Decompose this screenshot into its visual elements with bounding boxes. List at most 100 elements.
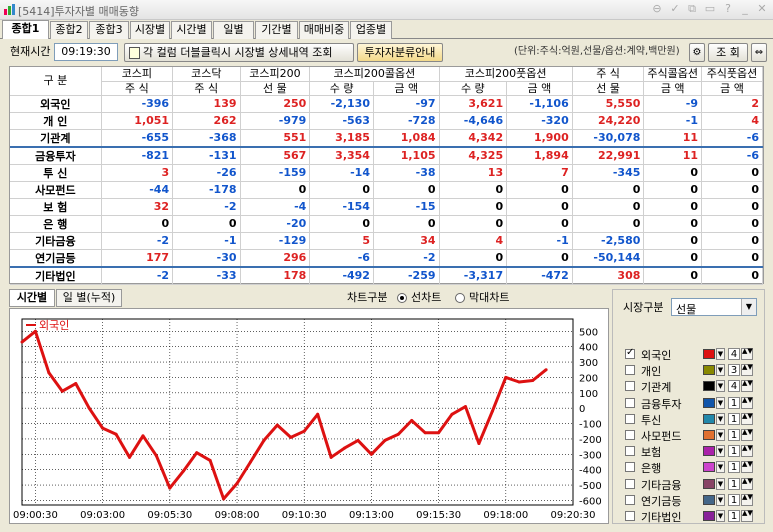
header-kospi[interactable]: 코스피 xyxy=(101,67,174,82)
spinner-icon[interactable]: ▲▼ xyxy=(741,348,753,360)
investor-classify-button[interactable]: 투자자분류안내 xyxy=(357,43,443,62)
series-checkbox[interactable] xyxy=(625,511,635,521)
tab-summary3[interactable]: 종합3 xyxy=(89,21,129,39)
header-kosdaq[interactable]: 코스닥 xyxy=(172,67,241,82)
copy-icon[interactable]: ⧉ xyxy=(685,2,699,16)
link-icon[interactable]: ⊖ xyxy=(650,2,664,16)
chevron-down-icon[interactable]: ▼ xyxy=(716,348,725,360)
settings-gear-icon[interactable]: ⚙ xyxy=(689,43,705,62)
chevron-down-icon[interactable]: ▼ xyxy=(716,461,725,474)
notice-button[interactable]: 각 컬럼 더블클릭시 시장별 상세내역 조회 xyxy=(124,43,354,62)
header-stock-call[interactable]: 주식콜옵션 xyxy=(643,67,702,82)
tab-summary2[interactable]: 종합2 xyxy=(50,21,88,39)
series-checkbox[interactable] xyxy=(625,446,635,457)
spinner-icon[interactable]: ▲▼ xyxy=(741,380,753,393)
chevron-down-icon[interactable]: ▼ xyxy=(716,380,725,393)
table-row[interactable]: 개 인 1,051 262 -979 -563 -728 -4,646 -320 24,220-… xyxy=(10,112,763,130)
series-color-swatch[interactable] xyxy=(703,430,715,440)
tab-by-sector[interactable]: 업종별 xyxy=(350,21,392,39)
chevron-down-icon[interactable]: ▼ xyxy=(716,477,725,490)
radio-line-chart[interactable] xyxy=(397,293,407,303)
table-row[interactable]: 기타금융 -2 -1 -129 5 34 4 -1 -2,580 0 0 xyxy=(10,232,763,250)
series-color-swatch[interactable] xyxy=(703,349,715,359)
header-call-option[interactable]: 코스피200콜옵션 xyxy=(309,67,440,82)
spinner-icon[interactable]: ▲▼ xyxy=(741,445,753,458)
minimize-icon[interactable]: _ xyxy=(738,2,752,16)
tab-trade-ratio[interactable]: 매매비중 xyxy=(299,21,349,39)
header-kospi200[interactable]: 코스피200 xyxy=(240,67,311,82)
chevron-down-icon[interactable]: ▼ xyxy=(716,364,725,377)
query-button[interactable]: 조 회 xyxy=(708,43,748,62)
series-color-swatch[interactable] xyxy=(703,397,715,408)
table-row[interactable]: 보 험 32 -2 -4 -154 -15 0 0 0 0 0 xyxy=(10,198,763,216)
series-width-value[interactable]: 1 xyxy=(728,412,740,425)
series-width-value[interactable]: 3 xyxy=(728,364,740,377)
series-width-value[interactable]: 1 xyxy=(728,461,740,474)
header-put-option[interactable]: 코스피200풋옵션 xyxy=(439,67,573,82)
series-checkbox[interactable] xyxy=(625,462,635,473)
spinner-icon[interactable]: ▲▼ xyxy=(741,412,753,425)
tab-by-period[interactable]: 기간별 xyxy=(255,21,298,39)
help-icon[interactable]: ? xyxy=(721,2,735,16)
table-row[interactable]: 사모펀드 -44 -178 0 0 0 0 0 0 0 0 xyxy=(10,181,763,199)
chevron-down-icon[interactable]: ▼ xyxy=(716,510,725,522)
new-window-icon[interactable]: ▭ xyxy=(703,2,717,16)
series-color-swatch[interactable] xyxy=(703,478,715,489)
chevron-down-icon[interactable]: ▼ xyxy=(716,445,725,458)
tab-by-market[interactable]: 시장별 xyxy=(130,21,170,39)
table-row[interactable]: 외국인 -396 139 250 -2,130 -97 3,621 -1,106 5,550 -9… xyxy=(10,95,763,113)
chevron-down-icon[interactable]: ▼ xyxy=(716,412,725,425)
chevron-down-icon[interactable]: ▼ xyxy=(716,429,725,441)
chevron-down-icon[interactable]: ▼ xyxy=(716,396,725,409)
series-width-value[interactable]: 1 xyxy=(728,510,740,522)
spinner-icon[interactable]: ▲▼ xyxy=(741,429,753,441)
series-checkbox[interactable] xyxy=(625,478,635,489)
series-color-swatch[interactable] xyxy=(703,413,715,424)
chevron-down-icon[interactable]: ▼ xyxy=(716,493,725,506)
header-stock[interactable]: 주 식 xyxy=(572,67,645,82)
series-color-swatch[interactable] xyxy=(703,446,715,457)
current-time-field[interactable]: 09:19:30 xyxy=(54,43,118,61)
tab-summary1[interactable]: 종합1 xyxy=(2,20,49,39)
tab-by-time[interactable]: 시간별 xyxy=(171,21,212,39)
spinner-icon[interactable]: ▲▼ xyxy=(741,461,753,474)
series-width-value[interactable]: 1 xyxy=(728,445,740,458)
table-row[interactable]: 투 신 3 -26 -159 -14 -38 13 7 -345 0 0 xyxy=(10,164,763,182)
chevron-down-icon[interactable]: ▼ xyxy=(741,299,756,315)
series-checkbox[interactable] xyxy=(625,365,635,376)
table-row[interactable]: 연기금등 177 -30 296 -6 -2 0 0 -50,144 0 0 xyxy=(10,249,763,268)
table-row[interactable]: 기관계 -655 -368 551 3,185 1,084 4,342 1,900 -30,07… xyxy=(10,129,763,148)
series-width-value[interactable]: 1 xyxy=(728,477,740,490)
close-icon[interactable]: ✕ xyxy=(755,2,769,16)
table-row[interactable]: 금융투자 -821 -131 567 3,354 1,105 4,325 1,894 22,99… xyxy=(10,146,763,165)
series-width-value[interactable]: 1 xyxy=(728,493,740,506)
series-color-swatch[interactable] xyxy=(703,462,715,473)
series-checkbox[interactable] xyxy=(625,413,635,424)
spinner-icon[interactable]: ▲▼ xyxy=(741,396,753,409)
table-row[interactable]: 은 행 0 0 -20 0 0 0 0 0 0 0 xyxy=(10,215,763,233)
market-select[interactable]: 선물 ▼ xyxy=(671,298,757,316)
expand-icon[interactable]: ⇔ xyxy=(751,43,767,62)
tab-daily[interactable]: 일별 xyxy=(213,21,254,39)
series-color-swatch[interactable] xyxy=(703,494,715,505)
spinner-icon[interactable]: ▲▼ xyxy=(741,477,753,490)
series-width-value[interactable]: 1 xyxy=(728,396,740,409)
series-checkbox[interactable] xyxy=(625,347,635,359)
table-row[interactable]: 기타법인 -2 -33 178 -492 -259 -3,317 -472 308 0 0 xyxy=(10,266,763,285)
series-width-value[interactable]: 4 xyxy=(728,348,740,360)
series-width-value[interactable]: 4 xyxy=(728,380,740,393)
series-width-value[interactable]: 1 xyxy=(728,429,740,441)
series-checkbox[interactable] xyxy=(625,381,635,392)
series-checkbox[interactable] xyxy=(625,494,635,505)
series-color-swatch[interactable] xyxy=(703,511,715,521)
tab-daily-cumulative[interactable]: 일 별(누적) xyxy=(56,289,122,307)
series-color-swatch[interactable] xyxy=(703,381,715,392)
series-checkbox[interactable] xyxy=(625,430,635,440)
radio-bar-chart[interactable] xyxy=(455,293,465,303)
spinner-icon[interactable]: ▲▼ xyxy=(741,493,753,506)
tab-time-chart[interactable]: 시간별 xyxy=(9,289,55,307)
spinner-icon[interactable]: ▲▼ xyxy=(741,510,753,522)
series-checkbox[interactable] xyxy=(625,397,635,408)
header-stock-put[interactable]: 주식풋옵션 xyxy=(701,67,763,82)
check-icon[interactable]: ✓ xyxy=(668,2,682,16)
